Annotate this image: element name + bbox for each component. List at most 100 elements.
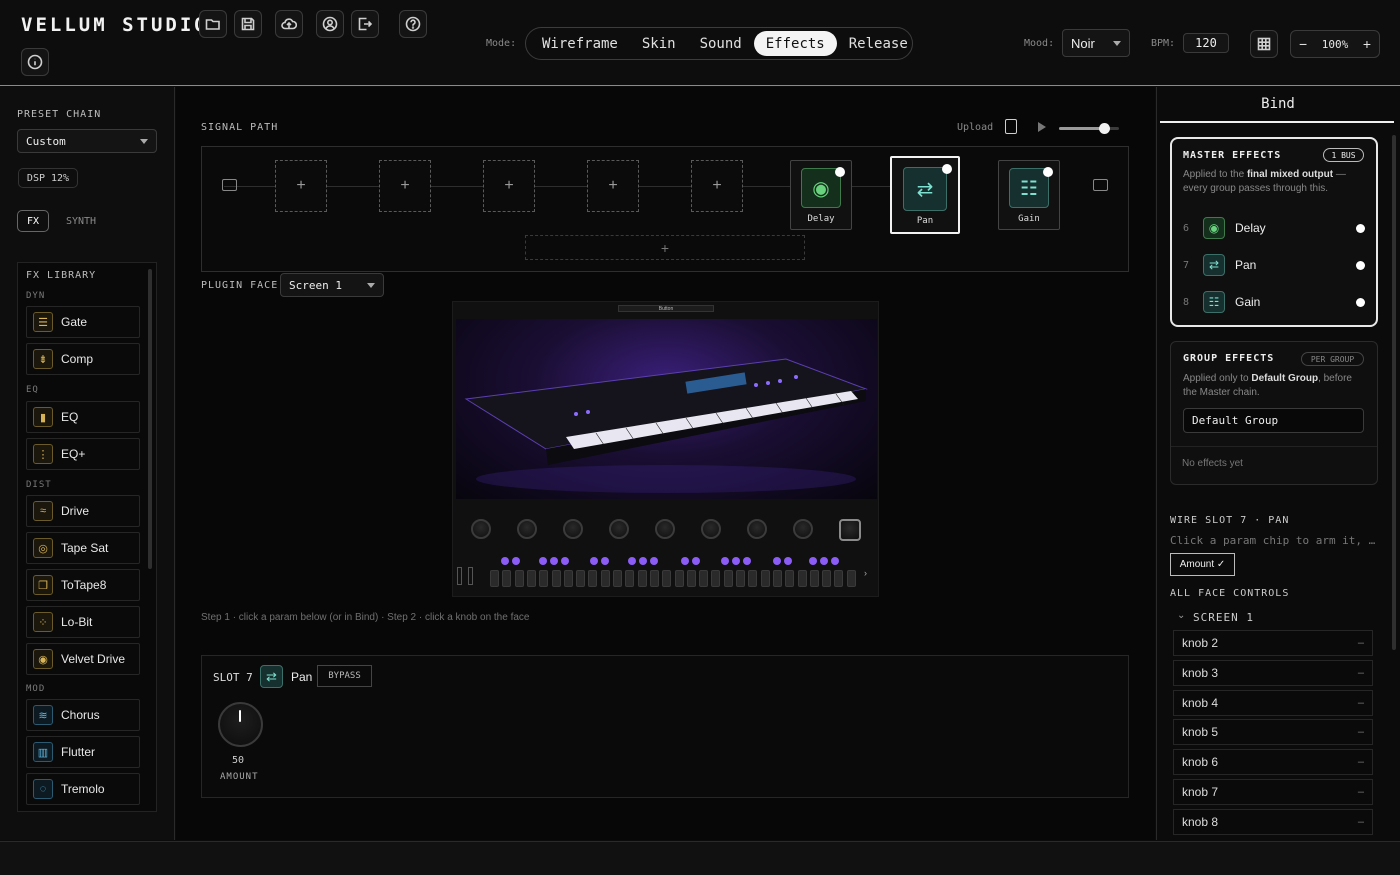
empty-slot-1[interactable]: + xyxy=(275,160,327,212)
face-key[interactable] xyxy=(699,570,709,587)
bind-scrollbar[interactable] xyxy=(1392,135,1396,650)
face-knob[interactable] xyxy=(793,519,813,539)
amount-knob[interactable] xyxy=(218,702,263,747)
face-knob[interactable] xyxy=(609,519,629,539)
step-led[interactable] xyxy=(732,557,740,565)
step-led[interactable] xyxy=(539,557,547,565)
library-item-velvet-drive[interactable]: ◉ Velvet Drive xyxy=(26,643,140,675)
face-key[interactable] xyxy=(490,570,499,587)
wire-dot[interactable] xyxy=(1356,297,1365,307)
screen-select[interactable]: Screen 1 xyxy=(280,273,384,297)
library-item-lo-bit[interactable]: ⁘ Lo-Bit xyxy=(26,606,140,638)
mod-wheel[interactable] xyxy=(457,567,462,585)
step-led[interactable] xyxy=(550,557,558,565)
face-key[interactable] xyxy=(625,570,635,587)
master-fx-row[interactable]: 8 ☷ Gain xyxy=(1183,287,1367,317)
step-led[interactable] xyxy=(809,557,817,565)
face-knob[interactable] xyxy=(747,519,767,539)
tab-fx[interactable]: FX xyxy=(17,210,49,232)
wire-dot[interactable] xyxy=(1043,167,1053,177)
zoom-out-button[interactable]: − xyxy=(1299,36,1307,52)
empty-slot-4[interactable]: + xyxy=(587,160,639,212)
library-item-drive[interactable]: ≈ Drive xyxy=(26,495,140,527)
wire-dot[interactable] xyxy=(835,167,845,177)
face-key[interactable] xyxy=(637,570,647,587)
cloud-upload-button[interactable] xyxy=(275,10,303,38)
face-key[interactable] xyxy=(736,570,745,587)
face-control-row[interactable]: knob 7 – xyxy=(1173,779,1373,805)
step-led[interactable] xyxy=(773,557,781,565)
upload-label[interactable]: Upload xyxy=(957,122,993,133)
library-item-gate[interactable]: ☰ Gate xyxy=(26,306,140,338)
tab-effects[interactable]: Effects xyxy=(753,31,837,56)
library-scrollbar[interactable] xyxy=(148,269,152,569)
empty-slot-2[interactable]: + xyxy=(379,160,431,212)
library-item-chorus[interactable]: ≋ Chorus xyxy=(26,699,140,731)
face-control-row[interactable]: knob 5 – xyxy=(1173,719,1373,746)
fx-slot-delay[interactable]: ◉ Delay xyxy=(790,160,852,230)
library-item-totape8[interactable]: ❐ ToTape8 xyxy=(26,569,140,601)
face-key[interactable] xyxy=(539,570,549,587)
face-key[interactable] xyxy=(797,570,807,587)
face-key[interactable] xyxy=(576,570,586,587)
save-button[interactable] xyxy=(234,10,262,38)
face-key[interactable] xyxy=(551,570,561,587)
face-key[interactable] xyxy=(613,570,622,587)
logout-button[interactable] xyxy=(351,10,379,38)
face-knob[interactable] xyxy=(701,519,721,539)
face-knob[interactable] xyxy=(471,519,491,539)
tab-wireframe[interactable]: Wireframe xyxy=(530,31,630,56)
face-knob[interactable] xyxy=(563,519,583,539)
master-fx-row[interactable]: 6 ◉ Delay xyxy=(1183,213,1367,243)
step-led[interactable] xyxy=(831,557,839,565)
step-led[interactable] xyxy=(512,557,520,565)
group-select[interactable]: Default Group xyxy=(1183,408,1364,433)
library-item-comp[interactable]: ⇟ Comp xyxy=(26,343,140,375)
library-item-tape-sat[interactable]: ◎ Tape Sat xyxy=(26,532,140,564)
step-led[interactable] xyxy=(820,557,828,565)
account-button[interactable] xyxy=(316,10,344,38)
step-led[interactable] xyxy=(628,557,636,565)
info-button[interactable] xyxy=(21,48,49,76)
face-key[interactable] xyxy=(834,570,844,587)
slider-thumb[interactable] xyxy=(1099,123,1110,134)
step-led[interactable] xyxy=(561,557,569,565)
wire-dot[interactable] xyxy=(942,164,952,174)
face-key[interactable] xyxy=(822,570,832,587)
face-key[interactable] xyxy=(785,570,795,587)
empty-slot-3[interactable]: + xyxy=(483,160,535,212)
zoom-in-button[interactable]: + xyxy=(1363,36,1371,52)
step-led[interactable] xyxy=(601,557,609,565)
upload-file-icon[interactable] xyxy=(1005,119,1017,134)
step-led[interactable] xyxy=(721,557,729,565)
step-led[interactable] xyxy=(681,557,689,565)
tab-skin[interactable]: Skin xyxy=(630,31,688,56)
chevron-down-icon[interactable]: ⌄ xyxy=(1177,610,1185,621)
library-item-tremolo[interactable]: ◌ Tremolo xyxy=(26,773,140,805)
face-key[interactable] xyxy=(649,570,659,587)
preset-chain-select[interactable]: Custom xyxy=(17,129,157,153)
step-led[interactable] xyxy=(590,557,598,565)
library-item-eq-plus[interactable]: ⋮ EQ+ xyxy=(26,438,140,470)
fx-slot-pan[interactable]: ⇄ Pan xyxy=(890,156,960,234)
wire-dot[interactable] xyxy=(1356,223,1365,233)
face-key[interactable] xyxy=(846,570,856,587)
fx-slot-gain[interactable]: ☷ Gain xyxy=(998,160,1060,230)
face-key[interactable] xyxy=(809,570,819,587)
bpm-input[interactable]: 120 xyxy=(1183,33,1229,53)
face-key[interactable] xyxy=(514,570,524,587)
step-led[interactable] xyxy=(501,557,509,565)
face-key[interactable] xyxy=(588,570,598,587)
step-led[interactable] xyxy=(743,557,751,565)
amount-param-chip[interactable]: Amount ✓ xyxy=(1170,553,1235,576)
face-key[interactable] xyxy=(748,570,758,587)
face-key[interactable] xyxy=(563,570,573,587)
mood-select[interactable]: Noir xyxy=(1062,29,1130,57)
face-knob[interactable] xyxy=(839,519,861,541)
help-button[interactable] xyxy=(399,10,427,38)
bypass-button[interactable]: BYPASS xyxy=(317,665,372,687)
pitch-wheel[interactable] xyxy=(468,567,473,585)
face-key[interactable] xyxy=(526,570,536,587)
face-knob[interactable] xyxy=(517,519,537,539)
face-key[interactable] xyxy=(711,570,721,587)
